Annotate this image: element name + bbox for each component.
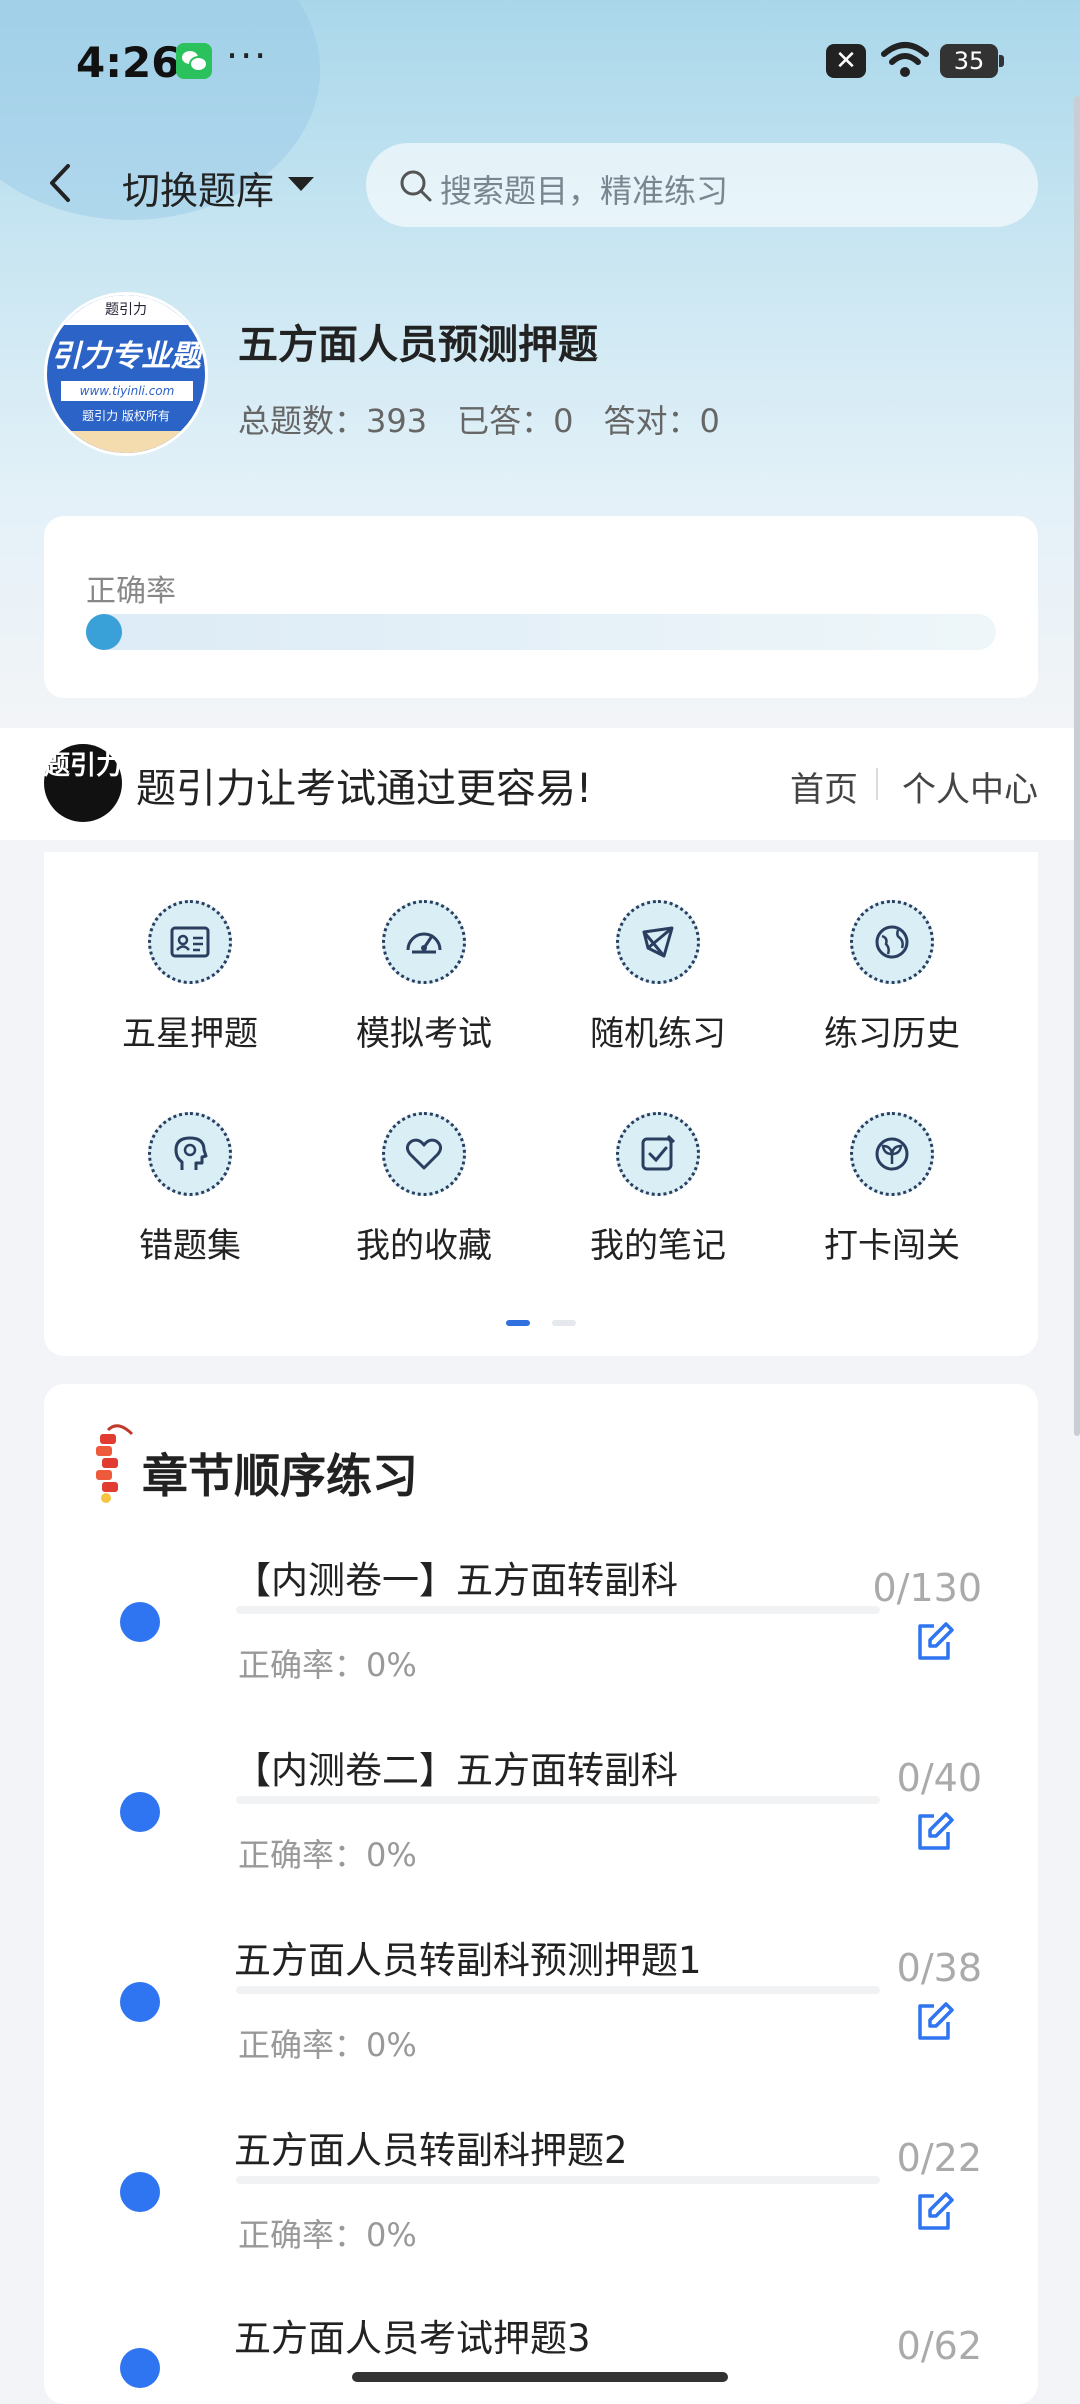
chapter-progress-bar bbox=[236, 2176, 880, 2184]
bank-stats: 总题数：393 已答：0 答对：0 bbox=[238, 396, 750, 442]
chapter-status-dot bbox=[120, 2348, 160, 2388]
more-notifications-icon: ··· bbox=[226, 34, 269, 78]
chapter-item[interactable]: 【内测卷二】五方面转副科 正确率：0% 0/40 bbox=[44, 1730, 1038, 1920]
back-button[interactable] bbox=[40, 158, 80, 208]
accuracy-progress-bar bbox=[86, 614, 996, 650]
page-indicator-active bbox=[506, 1320, 530, 1326]
logo-bottom-band bbox=[47, 431, 205, 453]
chapter-count: 0/62 bbox=[896, 2324, 982, 2368]
grid-item-checkin[interactable]: 打卡闯关 bbox=[792, 1112, 992, 1267]
grid-item-history[interactable]: 练习历史 bbox=[792, 900, 992, 1055]
accuracy-progress-fill bbox=[86, 614, 122, 650]
no-sim-icon: ✕ bbox=[826, 44, 866, 78]
chapter-status-dot bbox=[120, 1602, 160, 1642]
bank-title: 五方面人员预测押题 bbox=[238, 322, 598, 368]
grid-item-five-star[interactable]: 五星押题 bbox=[90, 900, 290, 1055]
search-icon bbox=[400, 170, 432, 202]
scrollbar[interactable] bbox=[1074, 96, 1080, 1436]
correct-count: 答对：0 bbox=[603, 402, 720, 440]
chapter-count: 0/38 bbox=[896, 1946, 982, 1990]
promo-slogan: 题引力让考试通过更容易! bbox=[136, 766, 593, 812]
grid-label: 模拟考试 bbox=[356, 1014, 492, 1054]
edit-icon[interactable] bbox=[912, 1810, 956, 1854]
chapter-section-title: 章节顺序练习 bbox=[142, 1449, 418, 1503]
page-indicator-inactive bbox=[552, 1320, 576, 1326]
logo-top-text: 题引力 bbox=[47, 295, 205, 325]
chapter-accuracy: 正确率：0% bbox=[238, 2216, 417, 2254]
edit-icon[interactable] bbox=[912, 2000, 956, 2044]
grid-item-mock-exam[interactable]: 模拟考试 bbox=[324, 900, 524, 1055]
grid-label: 打卡闯关 bbox=[824, 1226, 960, 1266]
grid-label: 错题集 bbox=[139, 1226, 241, 1266]
chapter-accuracy: 正确率：0% bbox=[238, 1646, 417, 1684]
wifi-icon bbox=[881, 42, 929, 77]
random-icon bbox=[616, 900, 700, 984]
grid-item-random-practice[interactable]: 随机练习 bbox=[558, 900, 758, 1055]
chapter-progress-bar bbox=[236, 1796, 880, 1804]
caret-down-icon[interactable] bbox=[288, 177, 314, 191]
home-link[interactable]: 首页 bbox=[790, 762, 858, 811]
chapter-name: 五方面人员考试押题3 bbox=[234, 2317, 591, 2360]
globe-icon bbox=[850, 900, 934, 984]
answered-count: 已答：0 bbox=[457, 402, 574, 440]
chapter-count: 0/40 bbox=[896, 1756, 982, 1800]
chapter-progress-bar bbox=[236, 1986, 880, 1994]
grid-label: 我的收藏 bbox=[356, 1226, 492, 1266]
chapter-name: 五方面人员转副科预测押题1 bbox=[234, 1939, 702, 1982]
logo-url-text: www.tiyinli.com bbox=[61, 381, 193, 401]
bank-logo: 题引力 引力专业题 www.tiyinli.com 题引力 版权所有 bbox=[44, 292, 208, 456]
note-check-icon bbox=[616, 1112, 700, 1196]
chapter-accuracy: 正确率：0% bbox=[238, 2026, 417, 2064]
switch-bank-button[interactable]: 切换题库 bbox=[122, 160, 274, 215]
chapter-count: 0/130 bbox=[872, 1566, 982, 1610]
accuracy-label: 正确率 bbox=[86, 574, 176, 609]
chapter-name: 【内测卷一】五方面转副科 bbox=[234, 1559, 678, 1602]
chapter-item[interactable]: 五方面人员转副科押题2 正确率：0% 0/22 bbox=[44, 2110, 1038, 2300]
logo-copyright-text: 题引力 版权所有 bbox=[82, 409, 170, 423]
grid-item-notes[interactable]: 我的笔记 bbox=[558, 1112, 758, 1267]
chapter-status-dot bbox=[120, 2172, 160, 2212]
grid-label: 随机练习 bbox=[590, 1014, 726, 1054]
heart-icon bbox=[382, 1112, 466, 1196]
head-icon bbox=[148, 1112, 232, 1196]
grid-item-favorites[interactable]: 我的收藏 bbox=[324, 1112, 524, 1267]
chapter-status-dot bbox=[120, 1792, 160, 1832]
id-card-icon bbox=[148, 900, 232, 984]
chapter-progress-bar bbox=[236, 1606, 880, 1614]
gauge-icon bbox=[382, 900, 466, 984]
total-count: 总题数：393 bbox=[238, 402, 428, 440]
status-time: 4:26 bbox=[76, 38, 181, 87]
chapter-count: 0/22 bbox=[896, 2136, 982, 2180]
chapter-name: 五方面人员转副科押题2 bbox=[234, 2129, 628, 2172]
brand-logo: 题引力 bbox=[44, 744, 122, 822]
divider bbox=[876, 768, 878, 800]
edit-icon[interactable] bbox=[912, 1620, 956, 1664]
battery-icon: 35 bbox=[940, 44, 1004, 78]
grid-label: 练习历史 bbox=[824, 1014, 960, 1054]
grid-label: 我的笔记 bbox=[590, 1226, 726, 1266]
grid-item-wrong-questions[interactable]: 错题集 bbox=[90, 1112, 290, 1267]
personal-center-link[interactable]: 个人中心 bbox=[902, 762, 1038, 811]
home-indicator[interactable] bbox=[352, 2372, 728, 2382]
chapter-status-dot bbox=[120, 1982, 160, 2022]
firecracker-icon bbox=[96, 1424, 134, 1503]
edit-icon[interactable] bbox=[912, 2190, 956, 2234]
chapter-name: 【内测卷二】五方面转副科 bbox=[234, 1749, 678, 1792]
chapter-item[interactable]: 【内测卷一】五方面转副科 正确率：0% 0/130 bbox=[44, 1540, 1038, 1730]
function-grid: 五星押题 模拟考试 随机练习 练习历史 错题集 我的收藏 我的笔记 打卡闯关 bbox=[44, 852, 1038, 1356]
search-input[interactable]: 搜索题目，精准练习 bbox=[440, 166, 728, 212]
grid-label: 五星押题 bbox=[122, 1014, 258, 1054]
chapter-accuracy: 正确率：0% bbox=[238, 1836, 417, 1874]
wechat-notification-icon bbox=[176, 43, 212, 79]
sprout-icon bbox=[850, 1112, 934, 1196]
chapter-item[interactable]: 五方面人员转副科预测押题1 正确率：0% 0/38 bbox=[44, 1920, 1038, 2110]
accuracy-card bbox=[44, 516, 1038, 698]
logo-main-text: 引力专业题 bbox=[51, 339, 201, 374]
